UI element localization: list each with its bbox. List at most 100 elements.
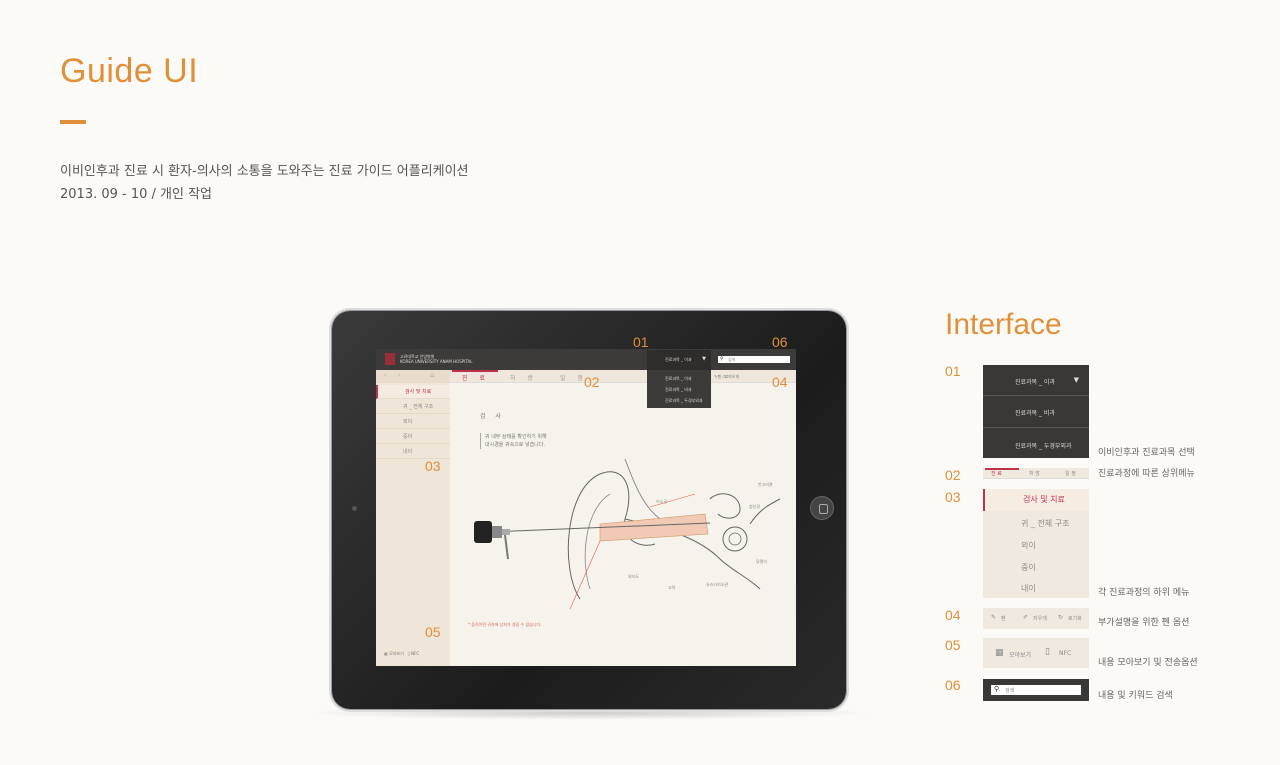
hospital-name: 고려대학교 안암병원 KOREA UNIVERSITY ANAM HOSPITA… xyxy=(400,354,472,364)
title-divider xyxy=(60,120,86,124)
search-icon: ⚲ xyxy=(994,685,1000,693)
tablet-screen: 고려대학교 안암병원 KOREA UNIVERSITY ANAM HOSPITA… xyxy=(376,349,796,666)
thumb02-tab-treatment: 진 료 xyxy=(991,471,1002,477)
description-meta: 2013. 09 - 10 / 개인 작업 xyxy=(60,187,213,202)
pen-icon: ✎ xyxy=(991,614,997,621)
search-placeholder: 검색 xyxy=(728,357,736,362)
interface-title: Interface xyxy=(945,308,1062,341)
marker-02: 02 xyxy=(584,374,600,390)
thumb06-search-input: ⚲ 검색 xyxy=(991,685,1081,695)
thumb01-option-nose: 진료과목 _ 비과 xyxy=(1015,410,1055,417)
marker-04: 04 xyxy=(772,374,788,390)
page-title: Guide UI xyxy=(60,52,199,90)
legend-num-02: 02 xyxy=(945,467,961,483)
thumb01-option-head-neck: 진료과목 _ 두경부외과 xyxy=(1015,443,1072,450)
thumb03-item-inner: 내이 xyxy=(1021,584,1036,593)
thumb03-item-structure: 귀 _ 전체 구조 xyxy=(1021,519,1070,528)
dept-option-ear[interactable]: 진료과목 _ 이과 xyxy=(665,376,692,382)
camera-icon xyxy=(352,506,357,511)
thumb03-item-exam: 검사 및 치료 xyxy=(983,489,1089,511)
tab-treatment[interactable]: 진 료 xyxy=(462,373,490,382)
legend-num-01: 01 xyxy=(945,363,961,379)
diagram-label-nerve: 청신경 xyxy=(749,504,761,509)
back-icon[interactable]: ‹ xyxy=(384,372,386,379)
thumb04-reset: 로기화 xyxy=(1068,616,1082,622)
sidebar-nav: ‹ › ⌂ xyxy=(376,370,450,383)
forward-icon[interactable]: › xyxy=(398,372,400,379)
home-icon[interactable]: ⌂ xyxy=(430,371,434,379)
ear-diagram xyxy=(474,458,781,610)
search-input[interactable]: ⚲ 검색 xyxy=(718,356,790,363)
thumb03-item-outer: 외이 xyxy=(1021,541,1036,550)
thumb03-item-middle: 중이 xyxy=(1021,563,1036,572)
description-text: 이비인후과 진료 시 환자-의사의 소통을 도와주는 진료 가이드 어플리케이션 xyxy=(60,164,469,179)
content-text: 귀 내부 상태를 확인하기 위해 내시경을 귀속으로 넣습니다. xyxy=(480,433,547,449)
thumb01-option-ear: 진료과목 _ 이과 xyxy=(1015,379,1055,386)
marker-05: 05 xyxy=(425,624,441,640)
diagram-label-eardrum: 고막 xyxy=(668,585,676,590)
diagram-label-ear-canal: 외이도 xyxy=(628,574,640,579)
legend-desc-01: 이비인후과 진료과목 선택 xyxy=(1098,448,1195,458)
active-tab-indicator xyxy=(452,370,498,372)
legend-desc-03: 각 진료과정의 하위 메뉴 xyxy=(1098,588,1190,598)
dept-selected-label: 진료과목 _ 이과 xyxy=(665,357,692,362)
thumb-pen-options: ✎ 펜 ✐ 지우개 ↻ 로기화 xyxy=(983,608,1089,629)
diagram-label-eustachian: 유스타키오관 xyxy=(706,582,729,587)
marker-03: 03 xyxy=(425,458,441,474)
hospital-name-en: KOREA UNIVERSITY ANAM HOSPITAL xyxy=(400,359,473,364)
nfc-button[interactable]: NFC xyxy=(411,651,419,656)
grid-icon: ▦ xyxy=(384,651,388,656)
sidebar-item-exam[interactable]: 검사 및 치료 xyxy=(376,385,450,399)
diagram-label-canal: 반고리관 xyxy=(758,482,773,487)
legend-desc-02: 진료과정에 따른 상위메뉴 xyxy=(1098,469,1195,479)
eraser-button[interactable]: 지우개 xyxy=(728,374,739,379)
thumb06-placeholder: 검색 xyxy=(1005,688,1015,694)
legend-num-06: 06 xyxy=(945,677,961,693)
thumb-dept-select: 진료과목 _ 이과 ▼ 진료과목 _ 비과 진료과목 _ 두경부외과 xyxy=(983,365,1089,458)
thumb-tabs: 진 료 처 방 일 정 xyxy=(983,468,1089,479)
thumb01-divider xyxy=(983,427,1089,428)
diagram-label-ossicles: 이소골 xyxy=(656,499,668,504)
page-description: 이비인후과 진료 시 환자-의사의 소통을 도와주는 진료 가이드 어플리케이션… xyxy=(60,160,469,206)
search-icon: ⚲ xyxy=(720,356,724,362)
dept-selector[interactable]: 진료과목 _ 이과 ▼ xyxy=(647,350,711,370)
nfc-icon: ▯ xyxy=(407,651,410,656)
legend-num-04: 04 xyxy=(945,607,961,623)
dept-dropdown: 진료과목 _ 이과 진료과목 _ 비과 진료과목 _ 두경부외과 xyxy=(647,370,711,408)
content-heading: 검 사 xyxy=(480,413,505,420)
legend-desc-04: 부가설명을 위한 펜 옵션 xyxy=(1098,618,1190,628)
pen-options: ✎펜 ⌫지우개 xyxy=(714,374,739,380)
legend-desc-05: 내용 모아보기 및 전송옵션 xyxy=(1098,658,1198,668)
hospital-logo-icon xyxy=(385,353,395,365)
sidebar-item-ear-structure[interactable]: 귀 _ 전체 구조 xyxy=(376,400,450,414)
thumb02-tab-schedule: 일 정 xyxy=(1065,471,1076,477)
thumb05-collect: 모아보기 xyxy=(1009,652,1032,659)
content-text-line1: 귀 내부 상태를 확인하기 위해 xyxy=(485,434,547,440)
thumb-collect-options: ▦ 모아보기 ▯ NFC xyxy=(983,638,1089,668)
thumb04-pen: 펜 xyxy=(1001,616,1006,622)
tab-prescription[interactable]: 처 방 xyxy=(510,373,538,382)
thumb04-eraser: 지우개 xyxy=(1033,616,1047,622)
thumb02-tab-prescription: 처 방 xyxy=(1029,471,1040,477)
dept-option-head-neck[interactable]: 진료과목 _ 두경부외과 xyxy=(665,398,703,404)
dept-option-nose[interactable]: 진료과목 _ 비과 xyxy=(665,387,692,393)
marker-01: 01 xyxy=(633,334,649,350)
sidebar-item-middle-ear[interactable]: 중이 xyxy=(376,430,450,444)
content-note: * 움직이면 귀속에 상처가 생길 수 있습니다. xyxy=(468,622,542,627)
grid-icon: ▦ xyxy=(995,648,1004,658)
chevron-down-icon: ▼ xyxy=(702,356,706,362)
sidebar-item-inner-ear[interactable]: 내이 xyxy=(376,445,450,459)
eraser-icon: ✐ xyxy=(1023,614,1029,621)
refresh-icon: ↻ xyxy=(1058,614,1064,621)
collect-button[interactable]: 모아보기 xyxy=(389,651,404,656)
pen-button[interactable]: 펜 xyxy=(717,374,721,379)
top-tabs: 진 료 처 방 일 정 xyxy=(450,370,796,383)
sidebar-item-outer-ear[interactable]: 외이 xyxy=(376,415,450,429)
home-button[interactable] xyxy=(810,496,834,520)
diagram-label-cochlea: 달팽이 xyxy=(756,559,768,564)
sidebar-footer: ▦ 모아보기 ▯ NFC xyxy=(384,651,419,657)
legend-num-05: 05 xyxy=(945,637,961,653)
thumb05-nfc: NFC xyxy=(1059,650,1072,657)
legend-desc-06: 내용 및 키워드 검색 xyxy=(1098,691,1173,701)
nfc-icon: ▯ xyxy=(1045,647,1050,657)
